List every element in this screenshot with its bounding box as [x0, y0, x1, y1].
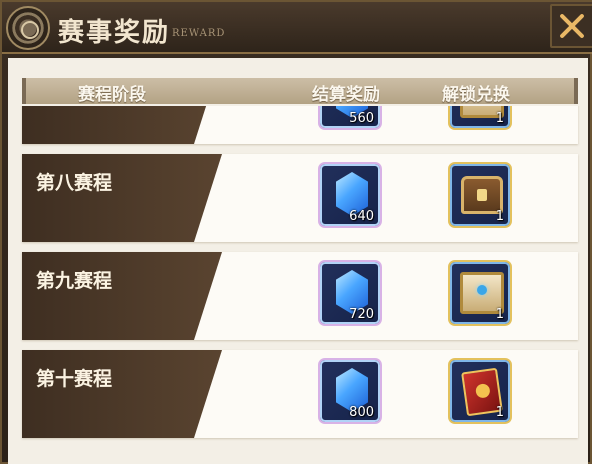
reward-list[interactable]: 560 1 第八赛程 640 1 第九赛程 720 1 第十赛程 800 1: [8, 106, 588, 464]
column-settle: 结算奖励: [312, 85, 380, 105]
row-band: [22, 106, 222, 144]
settle-reward-item[interactable]: 720: [318, 260, 382, 326]
reward-row: 560 1: [22, 106, 578, 144]
unlock-reward-item[interactable]: 1: [448, 358, 512, 424]
unlock-reward-item[interactable]: 1: [448, 162, 512, 228]
settle-reward-item[interactable]: 800: [318, 358, 382, 424]
emblem-icon: [6, 6, 50, 50]
reward-row: 第十赛程 800 1: [22, 350, 578, 438]
reward-row: 第八赛程 640 1: [22, 154, 578, 242]
unlock-reward-item[interactable]: 1: [448, 260, 512, 326]
dialog-header: 赛事奖励 REWARD: [2, 2, 592, 54]
dialog-title: 赛事奖励: [58, 18, 171, 48]
item-qty: 1: [495, 111, 504, 126]
reward-dialog: 赛事奖励 REWARD 赛程阶段 结算奖励 解锁兑换 560 1 第八赛程 64…: [0, 0, 592, 464]
item-qty: 1: [495, 209, 504, 224]
settle-reward-item[interactable]: 560: [318, 106, 382, 130]
item-qty: 1: [495, 405, 504, 420]
item-qty: 1: [495, 307, 504, 322]
row-label: 第十赛程: [36, 368, 113, 390]
item-qty: 800: [349, 405, 374, 420]
unlock-reward-item[interactable]: 1: [448, 106, 512, 130]
column-unlock: 解锁兑换: [442, 85, 510, 105]
reward-content: 赛程阶段 结算奖励 解锁兑换 560 1 第八赛程 640 1 第九赛程 720…: [8, 58, 588, 464]
column-stage: 赛程阶段: [78, 85, 146, 105]
row-label: 第八赛程: [36, 172, 113, 194]
item-qty: 640: [349, 209, 374, 224]
reward-row: 第九赛程 720 1: [22, 252, 578, 340]
item-qty: 720: [349, 307, 374, 322]
item-qty: 560: [349, 111, 374, 126]
close-icon[interactable]: [550, 4, 592, 48]
column-header: 赛程阶段 结算奖励 解锁兑换: [22, 78, 578, 105]
row-label: 第九赛程: [36, 270, 113, 292]
settle-reward-item[interactable]: 640: [318, 162, 382, 228]
dialog-subtitle: REWARD: [172, 28, 226, 39]
